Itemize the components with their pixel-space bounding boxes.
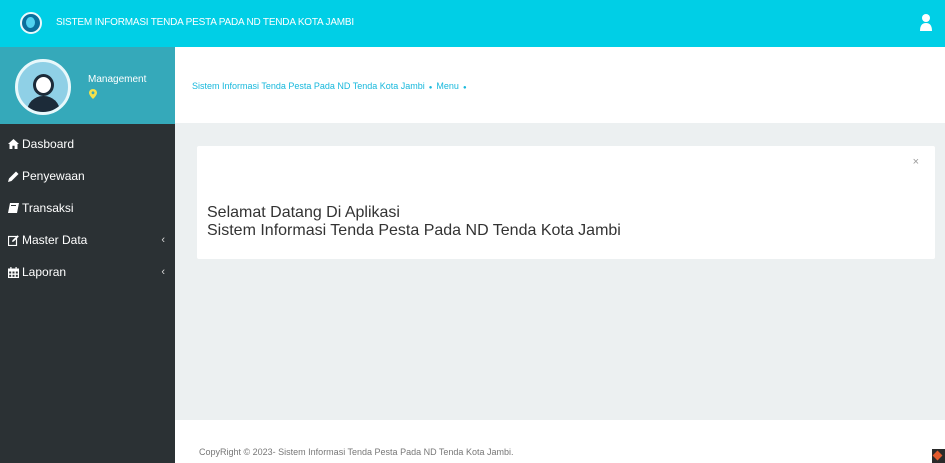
avatar bbox=[15, 59, 71, 115]
sidebar-item-label: Laporan bbox=[22, 265, 67, 279]
calendar-icon bbox=[7, 266, 19, 278]
sidebar-item-label: Penyewaan bbox=[22, 169, 85, 183]
chevron-left-icon: ‹ bbox=[161, 266, 165, 278]
user-icon[interactable] bbox=[919, 13, 933, 31]
sidebar-item-label: Master Data bbox=[22, 233, 88, 247]
app-logo-icon[interactable] bbox=[20, 12, 42, 34]
welcome-panel: × Selamat Datang Di Aplikasi Sistem Info… bbox=[197, 146, 935, 259]
sidebar-item-label: Dasboard bbox=[22, 137, 75, 151]
sidebar-menu: Dasboard Penyewaan Transaksi Master Data… bbox=[0, 128, 175, 288]
footer: CopyRight © 2023- Sistem Informasi Tenda… bbox=[175, 420, 945, 463]
breadcrumb-item-menu[interactable]: Menu bbox=[436, 81, 459, 91]
welcome-message: Selamat Datang Di Aplikasi Sistem Inform… bbox=[207, 204, 621, 240]
sidebar-item-laporan[interactable]: Laporan ‹ bbox=[0, 256, 175, 288]
top-navbar: SISTEM INFORMASI TENDA PESTA PADA ND TEN… bbox=[0, 0, 945, 47]
sidebar-item-dasboard[interactable]: Dasboard bbox=[0, 128, 175, 160]
sidebar: Management Dasboard Penyewaan Transaksi bbox=[0, 47, 175, 463]
map-marker-icon bbox=[89, 89, 97, 99]
sidebar-item-transaksi[interactable]: Transaksi bbox=[0, 192, 175, 224]
edit-icon bbox=[7, 234, 19, 246]
breadcrumb-item-home[interactable]: Sistem Informasi Tenda Pesta Pada ND Ten… bbox=[192, 81, 425, 91]
breadcrumb: Sistem Informasi Tenda Pesta Pada ND Ten… bbox=[192, 81, 471, 91]
sidebar-item-master-data[interactable]: Master Data ‹ bbox=[0, 224, 175, 256]
breadcrumb-separator-icon: ● bbox=[428, 85, 433, 91]
corner-logo-icon bbox=[932, 449, 945, 463]
welcome-line-2: Sistem Informasi Tenda Pesta Pada ND Ten… bbox=[207, 222, 621, 239]
breadcrumb-bar: Sistem Informasi Tenda Pesta Pada ND Ten… bbox=[175, 47, 945, 123]
close-icon[interactable]: × bbox=[913, 156, 919, 168]
chevron-left-icon: ‹ bbox=[161, 234, 165, 246]
book-icon bbox=[7, 202, 19, 214]
sidebar-item-penyewaan[interactable]: Penyewaan bbox=[0, 160, 175, 192]
sidebar-item-label: Transaksi bbox=[22, 201, 74, 215]
user-role: Management bbox=[88, 74, 147, 85]
copyright-text: CopyRight © 2023- Sistem Informasi Tenda… bbox=[199, 447, 514, 457]
app-title[interactable]: SISTEM INFORMASI TENDA PESTA PADA ND TEN… bbox=[56, 17, 354, 28]
breadcrumb-separator-icon: ● bbox=[462, 85, 467, 91]
user-profile-panel: Management bbox=[0, 47, 175, 124]
welcome-line-1: Selamat Datang Di Aplikasi bbox=[207, 204, 400, 221]
home-icon bbox=[7, 138, 19, 150]
pencil-icon bbox=[7, 170, 19, 182]
